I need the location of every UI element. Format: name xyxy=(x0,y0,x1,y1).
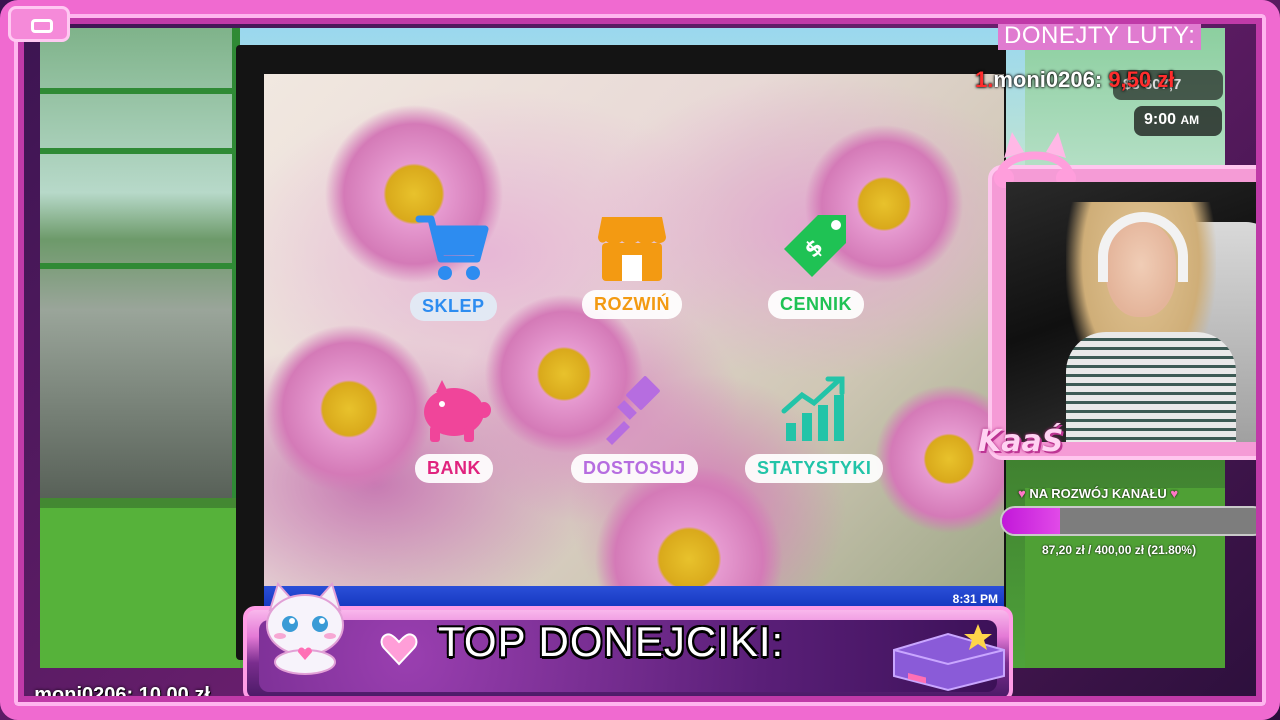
banner-title: TOP DONEJCIKI: xyxy=(438,618,785,665)
app-cennik[interactable]: $ CENNIK xyxy=(768,210,865,319)
top-donor-row: 1. moni0206: 10,00 zł xyxy=(12,684,210,707)
app-statystyki[interactable]: STATYSTYKI xyxy=(745,374,884,483)
retro-console-icon xyxy=(893,624,1005,692)
white-cat-mascot-icon xyxy=(266,582,344,675)
storefront-icon xyxy=(592,210,672,284)
app-sklep[interactable]: SKLEP xyxy=(410,212,497,321)
paint-brush-icon xyxy=(594,374,674,448)
app-label: STATYSTYKI xyxy=(745,454,884,483)
greenhouse-window-left xyxy=(40,28,240,498)
heart-icon: ♥ xyxy=(1170,486,1179,501)
app-label: ROZWIŃ xyxy=(582,290,682,319)
shopping-cart-icon xyxy=(413,212,493,286)
streamer-shirt xyxy=(1066,332,1236,442)
flower-decoration xyxy=(264,324,434,494)
monthly-donor-row: 1.moni0206: 9,50 zł xyxy=(975,67,1174,93)
game-time-suffix: AM xyxy=(1180,113,1200,127)
in-game-desktop: SKLEP ROZWIŃ $ CENNIK BANK DOSTOSUJ STAT… xyxy=(264,74,1004,586)
taskbar-clock: 8:31 PM xyxy=(952,592,998,606)
monthly-donations-title: DONEJTY LUTY: xyxy=(998,22,1202,50)
app-label: DOSTOSUJ xyxy=(571,454,698,483)
streamer-name-logo: KaaŚ xyxy=(978,424,1064,459)
heart-icon: ♥ xyxy=(1018,486,1026,501)
frame-tab-icon xyxy=(8,6,70,42)
donor-amount: 9,50 zł xyxy=(1108,67,1175,92)
grass-left xyxy=(40,508,240,668)
flower-decoration xyxy=(874,384,1004,534)
piggy-bank-icon xyxy=(414,374,494,448)
price-tag-icon: $ xyxy=(776,210,856,284)
cat-headphones-icon xyxy=(994,132,1076,188)
goal-progress-text: 87,20 zł / 400,00 zł (21.80%) xyxy=(1042,543,1197,557)
app-rozwin[interactable]: ROZWIŃ xyxy=(582,210,682,319)
game-time-display: 9:00 AM xyxy=(1134,106,1222,136)
top-donor-rank: 1. xyxy=(12,684,29,706)
donor-rank: 1. xyxy=(975,67,994,92)
goal-title: NA ROZWÓJ KANAŁU xyxy=(1029,486,1167,501)
top-donor-name: moni0206: 10,00 zł xyxy=(34,684,210,706)
app-label: SKLEP xyxy=(410,292,497,321)
app-label: BANK xyxy=(415,454,493,483)
heart-icon xyxy=(380,633,418,666)
donor-name: moni0206: xyxy=(993,67,1103,92)
webcam-feed xyxy=(1006,182,1280,442)
app-label: CENNIK xyxy=(768,290,865,319)
app-bank[interactable]: BANK xyxy=(414,374,494,483)
goal-progress-bar xyxy=(1000,506,1268,536)
growth-chart-icon xyxy=(774,374,854,448)
app-dostosuj[interactable]: DOSTOSUJ xyxy=(571,374,698,483)
goal-label: ♥ NA ROZWÓJ KANAŁU ♥ xyxy=(1018,486,1178,501)
game-time-value: 9:00 xyxy=(1144,111,1177,128)
goal-progress-fill xyxy=(1002,508,1060,534)
